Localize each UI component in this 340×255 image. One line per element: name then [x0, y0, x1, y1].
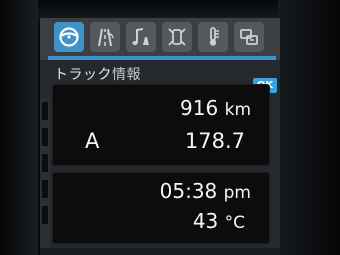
- tab-vehicle[interactable]: [162, 22, 192, 52]
- distance-unit: km: [224, 100, 251, 120]
- temperature-value: 43: [192, 209, 219, 233]
- bottom-strip: [40, 248, 280, 255]
- temperature-unit: °C: [224, 213, 245, 233]
- status-panel[interactable]: 05:38 pm 43 °C: [52, 172, 270, 244]
- rail-segment: [42, 206, 48, 224]
- rail-segment: [42, 128, 48, 146]
- page-title-suffix: 情報: [112, 67, 141, 83]
- time-value: 05:38: [159, 179, 218, 203]
- time-readout: 05:38 pm: [160, 179, 251, 203]
- lane-assist-icon: [98, 28, 114, 47]
- steering-wheel-icon: [59, 27, 79, 47]
- trip-panel[interactable]: 916 km A 178.7: [52, 84, 270, 166]
- tab-lane[interactable]: [90, 22, 120, 52]
- page-title: トラック情報: [54, 64, 141, 84]
- music-note-icon: [132, 28, 149, 45]
- bezel-left: [0, 0, 38, 255]
- page-title-main: トラック: [54, 67, 112, 83]
- time-suffix: pm: [223, 183, 251, 203]
- rail-segment: [42, 154, 48, 172]
- thermometer-icon: [209, 27, 219, 46]
- bezel-right: [278, 0, 340, 255]
- scroll-rail: [40, 98, 50, 255]
- active-tab-indicator: [48, 56, 276, 60]
- distance-readout: 916 km: [180, 96, 251, 120]
- distance-value: 916: [180, 96, 219, 120]
- rail-segment: [42, 102, 48, 120]
- rail-segment: [42, 180, 48, 198]
- trip-value: 178.7: [184, 129, 245, 153]
- trip-label: A: [85, 129, 100, 153]
- instrument-display: トラック情報 OK 916 km A 178.7 05:38 pm 43 °C: [40, 18, 280, 255]
- temperature-readout: 43 °C: [193, 209, 245, 233]
- tab-temperature[interactable]: [198, 22, 228, 52]
- tab-strip: [40, 18, 280, 60]
- tab-settings[interactable]: [234, 22, 264, 52]
- vehicle-status-icon: [168, 28, 186, 46]
- tab-audio[interactable]: [126, 22, 156, 52]
- settings-icon: [240, 29, 258, 45]
- tab-steering[interactable]: [54, 22, 84, 52]
